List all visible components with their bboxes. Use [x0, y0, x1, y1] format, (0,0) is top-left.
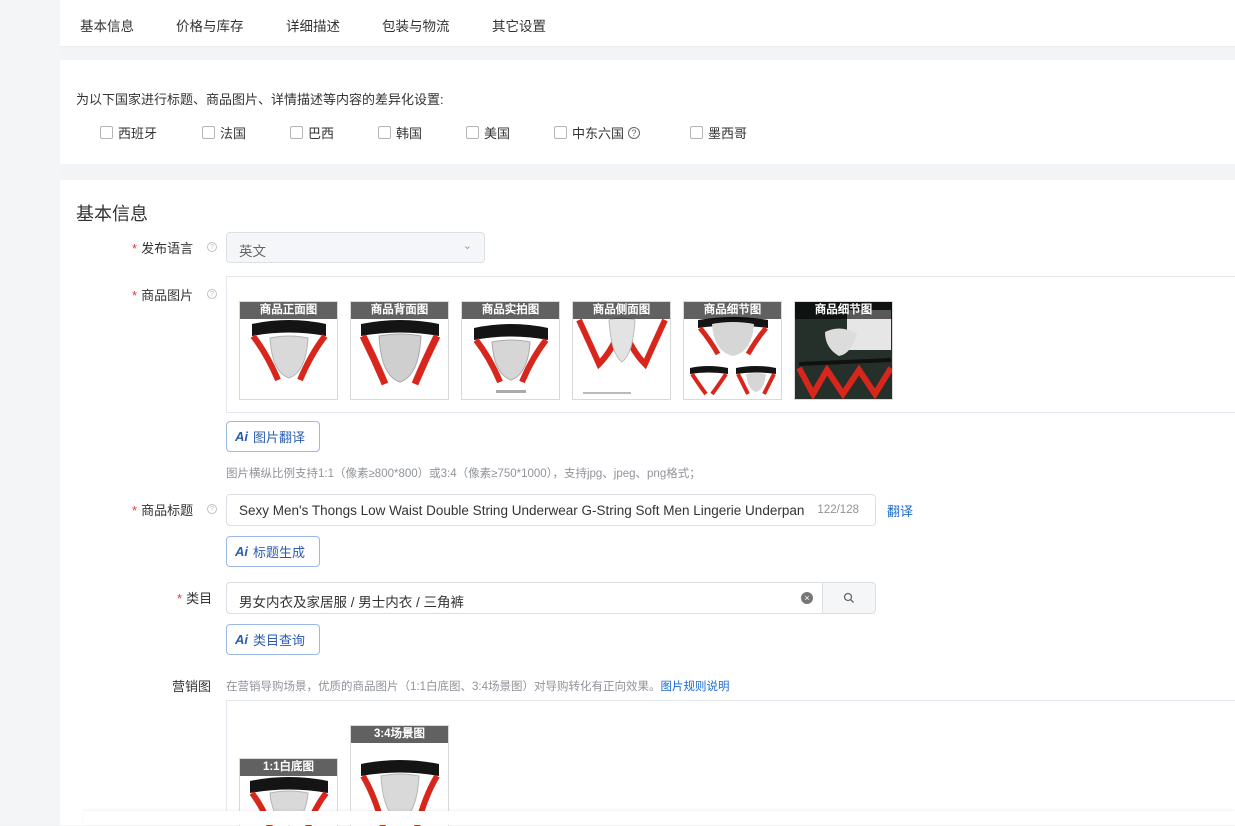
left-strip [0, 0, 60, 825]
button-label: 标题生成 [253, 545, 306, 560]
checkbox-spain[interactable]: 西班牙 [100, 123, 157, 142]
bottom-bar [84, 811, 1235, 825]
language-label: * 发布语言 [132, 238, 193, 257]
checkbox-box[interactable] [290, 126, 303, 139]
title-value: Sexy Men's Thongs Low Waist Double Strin… [239, 503, 804, 518]
button-label: 图片翻译 [253, 430, 306, 445]
image-real[interactable]: 商品实拍图 [461, 301, 560, 400]
thumb-label: 商品侧面图 [573, 302, 670, 319]
thumb-label: 1:1白底图 [240, 759, 337, 776]
title-input[interactable]: Sexy Men's Thongs Low Waist Double Strin… [226, 494, 876, 526]
checkbox-box[interactable] [554, 126, 567, 139]
clear-circle-icon[interactable]: × [801, 592, 813, 604]
thumb-label: 商品实拍图 [462, 302, 559, 319]
checkbox-label: 墨西哥 [708, 126, 748, 141]
checkbox-middle-east[interactable]: 中东六国? [554, 123, 641, 142]
checkbox-box[interactable] [378, 126, 391, 139]
tab-packaging[interactable]: 包装与物流 [382, 15, 450, 35]
marketing-hint: 在营销导购场景，优质的商品图片（1:1白底图、3:4场景图）对导购转化有正向效果… [226, 678, 729, 694]
label-text: 商品标题 [141, 503, 194, 518]
thumb-label: 3:4场景图 [351, 726, 448, 743]
required-mark: * [132, 288, 138, 303]
image-translate-button[interactable]: Ai 图片翻译 [226, 421, 320, 452]
tab-basic-info[interactable]: 基本信息 [80, 15, 134, 35]
char-counter: 122/128 [817, 504, 859, 516]
checkbox-box[interactable] [100, 126, 113, 139]
required-mark: * [177, 591, 183, 606]
search-icon [843, 592, 854, 603]
title-label: * 商品标题 [132, 500, 193, 519]
image-detail-1[interactable]: 商品细节图 [683, 301, 782, 400]
checkbox-france[interactable]: 法国 [202, 123, 246, 142]
checkbox-label: 韩国 [396, 126, 423, 141]
category-query-button[interactable]: Ai 类目查询 [226, 624, 320, 655]
hint-text: 在营销导购场景，优质的商品图片（1:1白底图、3:4场景图）对导购转化有正向效果… [226, 681, 661, 693]
required-mark: * [132, 241, 138, 256]
thumb-label: 商品细节图 [684, 302, 781, 319]
question-circle-icon[interactable]: ? [207, 289, 217, 299]
language-select[interactable]: 英文 ⌄ [226, 232, 485, 263]
thumb-label: 商品背面图 [351, 302, 448, 319]
checkbox-korea[interactable]: 韩国 [378, 123, 422, 142]
category-input[interactable]: 男女内衣及家居服 / 男士内衣 / 三角裤 × [226, 582, 823, 614]
title-generate-button[interactable]: Ai 标题生成 [226, 536, 320, 567]
image-rules-link[interactable]: 图片规则说明 [660, 681, 729, 693]
section-title: 基本信息 [76, 204, 148, 224]
category-value: 男女内衣及家居服 / 男士内衣 / 三角裤 [239, 595, 465, 610]
checkbox-box[interactable] [466, 126, 479, 139]
chevron-down-icon: ⌄ [462, 240, 472, 252]
question-circle-icon[interactable]: ? [207, 242, 217, 252]
image-format-hint: 图片横纵比例支持1:1（像素≥800*800）或3:4（像素≥750*1000）… [226, 468, 701, 480]
checkbox-brazil[interactable]: 巴西 [290, 123, 334, 142]
checkbox-usa[interactable]: 美国 [466, 123, 510, 142]
checkbox-label: 西班牙 [118, 126, 158, 141]
button-label: 类目查询 [253, 633, 306, 648]
ai-icon: Ai [235, 429, 248, 444]
checkbox-box[interactable] [202, 126, 215, 139]
category-search-button[interactable] [822, 582, 876, 614]
category-label: * 类目 [177, 588, 212, 607]
thumb-label: 商品细节图 [795, 302, 892, 319]
marketing-label: 营销图 [172, 679, 212, 694]
question-circle-icon[interactable]: ? [207, 504, 217, 514]
thumb-label: 商品正面图 [240, 302, 337, 319]
checkbox-label: 中东六国 [572, 126, 625, 141]
label-text: 发布语言 [141, 241, 194, 256]
ai-icon: Ai [235, 632, 248, 647]
question-circle-icon[interactable]: ? [628, 126, 641, 139]
ai-icon: Ai [235, 544, 248, 559]
image-side[interactable]: 商品侧面图 [572, 301, 671, 400]
checkbox-box[interactable] [690, 126, 703, 139]
product-images-box: 商品正面图 商品背面图 商品实拍图 商品侧面图 商品细节图 商品细节图 [226, 276, 1235, 413]
checkbox-label: 法国 [220, 126, 247, 141]
checkbox-label: 巴西 [308, 126, 335, 141]
translate-link[interactable]: 翻译 [887, 501, 913, 520]
label-text: 商品图片 [141, 288, 194, 303]
language-value: 英文 [239, 244, 266, 259]
image-detail-2[interactable]: 商品细节图 [794, 301, 893, 400]
tab-description[interactable]: 详细描述 [286, 15, 340, 35]
checkbox-mexico[interactable]: 墨西哥 [690, 123, 747, 142]
label-text: 类目 [186, 591, 213, 606]
image-front[interactable]: 商品正面图 [239, 301, 338, 400]
checkbox-label: 美国 [484, 126, 511, 141]
localization-card: 为以下国家进行标题、商品图片、详情描述等内容的差异化设置: 西班牙 法国 巴西 … [60, 60, 1235, 164]
localization-intro: 为以下国家进行标题、商品图片、详情描述等内容的差异化设置: [76, 92, 444, 107]
basic-info-card: 基本信息 *发布语言 ? 英文 ⌄ *商品图片 ? 商品正面图 商品背面图 [60, 180, 1235, 826]
image-back[interactable]: 商品背面图 [350, 301, 449, 400]
required-mark: * [132, 503, 138, 518]
tab-price-stock[interactable]: 价格与库存 [176, 15, 244, 35]
marketing-images-box: 1:1白底图 3:4场景图 [226, 700, 1235, 826]
tab-other-settings[interactable]: 其它设置 [492, 15, 546, 35]
images-label: * 商品图片 [132, 285, 193, 304]
tab-bar: 基本信息 价格与库存 详细描述 包装与物流 其它设置 [60, 0, 1235, 47]
